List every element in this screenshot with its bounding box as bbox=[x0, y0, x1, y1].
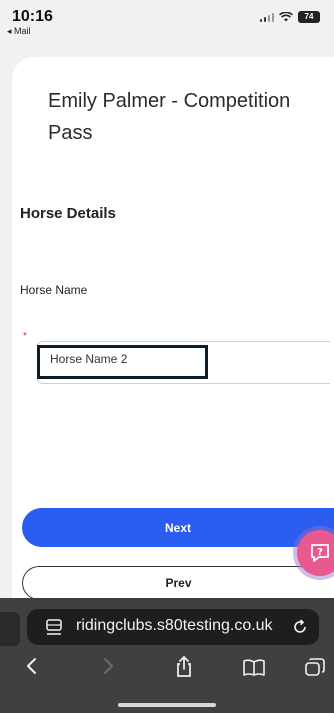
input-highlight-box bbox=[37, 345, 208, 379]
chevron-right-icon[interactable] bbox=[100, 656, 116, 676]
page-title: Emily Palmer - Competition Pass bbox=[48, 90, 291, 144]
cellular-signal-icon bbox=[259, 12, 274, 22]
prev-button[interactable]: Prev bbox=[22, 566, 334, 600]
battery-icon: 74 bbox=[298, 11, 320, 23]
status-bar: 10:16 ◂ Mail 74 bbox=[0, 0, 334, 40]
clock: 10:16 bbox=[12, 8, 53, 25]
book-icon[interactable] bbox=[242, 659, 266, 677]
next-button[interactable]: Next bbox=[22, 508, 334, 547]
home-indicator bbox=[118, 703, 216, 707]
status-icons: 74 bbox=[259, 11, 320, 23]
help-chat-icon: ? bbox=[311, 544, 329, 562]
share-icon[interactable] bbox=[174, 656, 194, 678]
tab-edge bbox=[0, 612, 20, 646]
svg-text:?: ? bbox=[317, 547, 323, 558]
reload-icon[interactable] bbox=[292, 619, 308, 635]
back-to-app-link[interactable]: ◂ Mail bbox=[7, 26, 31, 37]
tabs-icon[interactable] bbox=[304, 657, 326, 677]
page-settings-icon[interactable] bbox=[45, 618, 63, 636]
wifi-icon bbox=[279, 12, 293, 22]
required-indicator: * bbox=[23, 331, 27, 342]
url-text[interactable]: ridingclubs.s80testing.co.uk bbox=[76, 617, 273, 635]
section-title: Horse Details bbox=[20, 205, 116, 222]
horse-name-label: Horse Name bbox=[20, 283, 88, 297]
chevron-left-icon[interactable] bbox=[24, 656, 40, 676]
